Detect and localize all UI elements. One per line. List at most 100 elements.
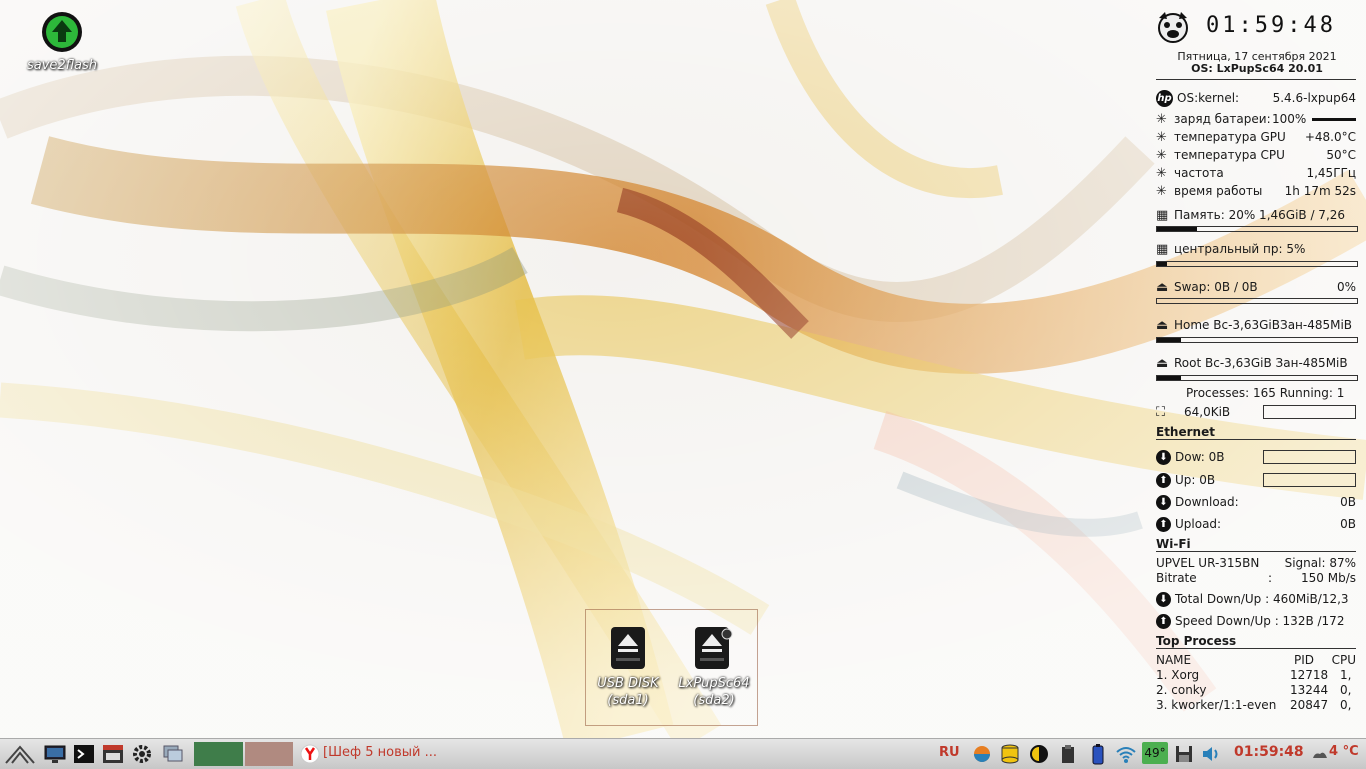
wifi-total-row: ⬇ Total Down/Up : 460MiB/12,3 [1156, 590, 1356, 608]
wifi-ssid: UPVEL UR-315BN [1156, 556, 1260, 570]
drive-icon: ⏏ [1156, 318, 1169, 333]
download-arrow-icon: ⬇ [1156, 495, 1171, 510]
cpu-temp-value: 50°C [1326, 148, 1356, 162]
task-window-title: [Шеф 5 новый ... [323, 745, 437, 760]
kernel-label: OS:kernel: [1177, 91, 1240, 105]
bulldog-logo-icon [1158, 12, 1188, 43]
eth-up: Up: 0B [1175, 473, 1216, 487]
weather-cloud-icon [1313, 752, 1327, 758]
process-graph [1263, 405, 1356, 419]
upload-arrow-icon: ⬆ [1156, 473, 1171, 488]
ram-chip-icon: ▦ [1156, 208, 1169, 223]
task-button-window[interactable]: [Шеф 5 новый ... [298, 742, 448, 766]
file-manager-icon[interactable] [102, 743, 124, 765]
eth-download-label: Download: [1175, 495, 1239, 509]
usb-disk-drive-icon[interactable]: USB DISK (sda1) [588, 626, 668, 709]
swap-value: 0% [1336, 280, 1356, 294]
sparkle-icon: ✳ [1156, 166, 1167, 181]
weather-temp[interactable]: 4 °C [1329, 744, 1359, 759]
volume-icon[interactable] [1200, 743, 1222, 765]
drive-label-line1: LxPupSc64 [678, 676, 750, 691]
taskbar: [Шеф 5 новый ... RU 49° 01:59:48 4 °C [0, 738, 1366, 769]
gpu-temp-label: температура GPU [1174, 130, 1286, 144]
monitor-icon[interactable] [44, 743, 66, 765]
green-up-arrow-icon [42, 12, 82, 52]
eth-download-value: 0B [1340, 495, 1356, 509]
keyboard-layout-indicator[interactable]: RU [939, 745, 960, 760]
terminal-icon[interactable] [73, 743, 95, 765]
eth-upload-value: 0B [1340, 517, 1356, 531]
clipboard-icon[interactable] [1057, 743, 1079, 765]
hp-logo-icon: hp [1156, 90, 1173, 107]
drive-icon: ⏏ [1156, 356, 1169, 371]
eth-upload-label: Upload: [1175, 517, 1222, 531]
sparkle-icon: ✳ [1156, 130, 1167, 145]
proc-mem-value: 64,0KiB [1184, 405, 1231, 419]
upload-arrow-icon: ⬆ [1156, 614, 1171, 629]
wifi-header: Wi-Fi [1156, 537, 1354, 552]
taskbar-clock[interactable]: 01:59:48 [1234, 744, 1304, 760]
col-name: NAME [1156, 653, 1192, 667]
eth-upload-row: ⬆ Upload: 0B [1156, 515, 1356, 533]
root-text: Root Вс-3,63GiB Зан-485MiB [1174, 356, 1348, 370]
database-icon[interactable] [999, 743, 1021, 765]
freq-row: ✳ частота 1,45ГГц [1156, 164, 1356, 182]
wifi-bitrate-sep: : [1268, 571, 1273, 585]
desktop-1-button[interactable] [194, 742, 243, 766]
gear-icon[interactable] [131, 743, 153, 765]
conky-os: OS: LxPupSc64 20.01 [1191, 62, 1323, 75]
wifi-speed: Speed Down/Up : 132B /172 [1175, 614, 1345, 628]
battery-label: заряд батареи: [1174, 112, 1271, 126]
drive-label-line2: (sda1) [607, 693, 649, 708]
cpu-chip-icon: ▦ [1156, 242, 1169, 257]
save2flash-desktop-icon[interactable]: save2flash [18, 10, 106, 73]
cpu-temp-badge[interactable]: 49° [1142, 742, 1168, 764]
memory-text: Память: 20% 1,46GiB / 7,26 [1174, 208, 1346, 222]
wifi-total: Total Down/Up : 460MiB/12,3 [1175, 592, 1349, 606]
proc-name: 3. kworker/1:1-even [1156, 698, 1277, 712]
drive-icon: ⏏ [1156, 280, 1169, 295]
cpu-temp-row: ✳ температура CPU 50°C [1156, 146, 1356, 164]
swap-text: Swap: 0B / 0B [1174, 280, 1258, 294]
wifi-bitrate-value: 150 Mb/s [1301, 571, 1356, 585]
proc-cpu: 0, [1340, 698, 1352, 712]
drive-label-line2: (sda2) [693, 693, 735, 708]
freq-label: частота [1174, 166, 1224, 180]
battery-bar [1312, 118, 1356, 121]
processes-text: Processes: 165 Running: 1 [1186, 386, 1345, 400]
eth-up-graph [1263, 473, 1356, 487]
save-floppy-icon[interactable] [1173, 743, 1195, 765]
download-arrow-icon: ⬇ [1156, 450, 1171, 465]
start-menu-icon[interactable] [4, 743, 36, 765]
root-row: ⏏ Root Вс-3,63GiB Зан-485MiB [1156, 354, 1356, 372]
wifi-icon[interactable] [1115, 743, 1137, 765]
wifi-bitrate-label: Bitrate [1156, 571, 1197, 585]
swap-bar [1156, 298, 1358, 304]
gpu-temp-row: ✳ температура GPU +48.0°C [1156, 128, 1356, 146]
memory-bar [1156, 226, 1358, 232]
resize-icon: ⛶ [1156, 405, 1166, 420]
battery-icon[interactable] [1087, 743, 1109, 765]
cpu-row: ▦ центральный пр: 5% [1156, 240, 1356, 258]
home-row: ⏏ Home Вс-3,63GiBЗан-485MiB [1156, 316, 1356, 334]
top-process-header: Top Process [1156, 634, 1357, 649]
freq-value: 1,45ГГц [1306, 166, 1356, 180]
home-bar [1156, 337, 1358, 343]
contrast-icon[interactable] [1028, 743, 1050, 765]
desktop-2-button[interactable] [245, 742, 293, 766]
color-ball-icon[interactable] [971, 743, 993, 765]
cpu-text: центральный пр: 5% [1174, 242, 1306, 256]
upload-arrow-icon: ⬆ [1156, 517, 1171, 532]
conky-clock: 01:59:48 [1206, 13, 1336, 38]
download-arrow-icon: ⬇ [1156, 592, 1171, 607]
eth-down: Dow: 0B [1175, 450, 1225, 464]
lxpupsc64-drive-icon[interactable]: LxPupSc64 (sda2) [674, 626, 754, 709]
sparkle-icon: ✳ [1156, 112, 1167, 127]
save2flash-label: save2flash [26, 58, 98, 73]
battery-row: ✳ заряд батареи: 100% [1156, 110, 1356, 128]
show-windows-icon[interactable] [162, 743, 184, 765]
drive-label-line1: USB DISK [597, 676, 659, 691]
eth-down-graph [1263, 450, 1356, 464]
battery-value: 100% [1272, 112, 1307, 126]
proc-name: 1. Xorg [1156, 668, 1200, 682]
